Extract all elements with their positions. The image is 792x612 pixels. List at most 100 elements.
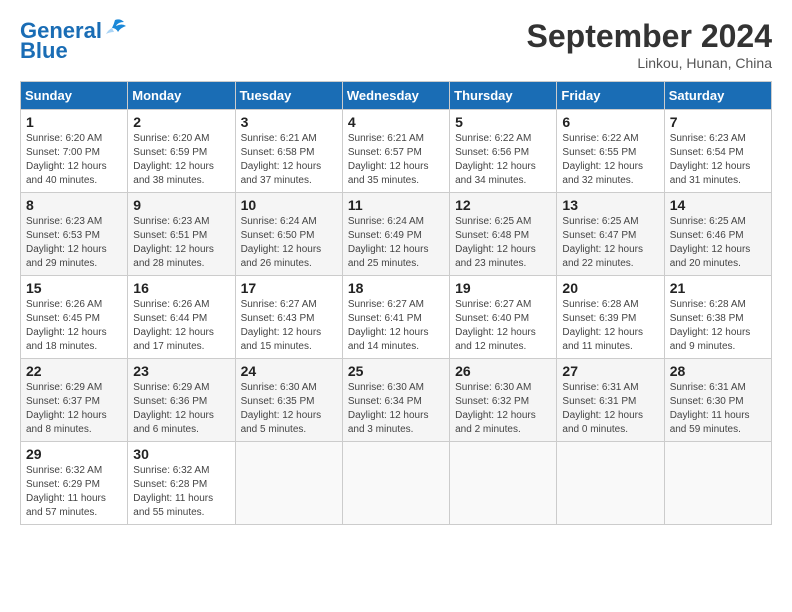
table-row: 13Sunrise: 6:25 AM Sunset: 6:47 PM Dayli… [557, 193, 664, 276]
header-row: General Blue September 2024 Linkou, Huna… [20, 18, 772, 71]
table-row [342, 442, 449, 525]
day-number: 16 [133, 280, 229, 296]
day-info: Sunrise: 6:25 AM Sunset: 6:48 PM Dayligh… [455, 215, 551, 271]
table-row: 10 Sunrise: 6:24 AM Sunset: 6:50 PM Dayli… [235, 193, 342, 276]
day-info: Sunrise: 6:20 AM Sunset: 7:00 PM Dayligh… [26, 132, 122, 188]
day-number: 24 [241, 363, 337, 379]
day-number: 6 [562, 114, 658, 130]
day-number: 10 [241, 197, 337, 213]
day-info: Sunrise: 6:28 AM Sunset: 6:39 PM Dayligh… [562, 298, 658, 354]
day-number: 17 [241, 280, 337, 296]
header-monday: Monday [128, 82, 235, 110]
table-row: 12 Sunrise: 6:25 AM Sunset: 6:48 PM Dayli… [450, 193, 557, 276]
header-row-days: Sunday Monday Tuesday Wednesday Thursday… [21, 82, 772, 110]
table-row: 27 Sunrise: 6:31 AM Sunset: 6:31 PM Dayli… [557, 359, 664, 442]
day-info: Sunrise: 6:24 AM Sunset: 6:49 PM Dayligh… [348, 215, 444, 271]
table-row: 24 Sunrise: 6:30 AM Sunset: 6:35 PM Dayli… [235, 359, 342, 442]
day-info: Sunrise: 6:21 AM Sunset: 6:58 PM Dayligh… [241, 132, 337, 188]
day-number: 4 [348, 114, 444, 130]
day-info: Sunrise: 6:22 AM Sunset: 6:56 PM Dayligh… [455, 132, 551, 188]
table-row [450, 442, 557, 525]
table-row: 7 Sunrise: 6:23 AM Sunset: 6:54 PM Daylig… [664, 110, 771, 193]
day-number: 11 [348, 197, 444, 213]
day-info: Sunrise: 6:30 AM Sunset: 6:32 PM Dayligh… [455, 381, 551, 437]
day-info: Sunrise: 6:26 AM Sunset: 6:45 PM Dayligh… [26, 298, 122, 354]
header-wednesday: Wednesday [342, 82, 449, 110]
day-number: 12 [455, 197, 551, 213]
day-info: Sunrise: 6:26 AM Sunset: 6:44 PM Dayligh… [133, 298, 229, 354]
table-row: 9 Sunrise: 6:23 AM Sunset: 6:51 PM Daylig… [128, 193, 235, 276]
table-row: 19Sunrise: 6:27 AM Sunset: 6:40 PM Dayli… [450, 276, 557, 359]
day-number: 3 [241, 114, 337, 130]
table-row: 3 Sunrise: 6:21 AM Sunset: 6:58 PM Daylig… [235, 110, 342, 193]
calendar-table: Sunday Monday Tuesday Wednesday Thursday… [20, 81, 772, 525]
table-row: 4 Sunrise: 6:21 AM Sunset: 6:57 PM Daylig… [342, 110, 449, 193]
month-title: September 2024 [527, 18, 772, 55]
day-number: 20 [562, 280, 658, 296]
day-number: 30 [133, 446, 229, 462]
day-info: Sunrise: 6:29 AM Sunset: 6:37 PM Dayligh… [26, 381, 122, 437]
table-row [235, 442, 342, 525]
day-info: Sunrise: 6:27 AM Sunset: 6:41 PM Dayligh… [348, 298, 444, 354]
day-number: 1 [26, 114, 122, 130]
table-row: 20 Sunrise: 6:28 AM Sunset: 6:39 PM Dayli… [557, 276, 664, 359]
day-number: 28 [670, 363, 766, 379]
day-info: Sunrise: 6:20 AM Sunset: 6:59 PM Dayligh… [133, 132, 229, 188]
day-number: 9 [133, 197, 229, 213]
table-row: 29 Sunrise: 6:32 AM Sunset: 6:29 PM Dayli… [21, 442, 128, 525]
page-container: General Blue September 2024 Linkou, Huna… [0, 0, 792, 535]
table-row: 11 Sunrise: 6:24 AM Sunset: 6:49 PM Dayli… [342, 193, 449, 276]
table-row: 15 Sunrise: 6:26 AM Sunset: 6:45 PM Dayli… [21, 276, 128, 359]
day-number: 5 [455, 114, 551, 130]
day-info: Sunrise: 6:25 AM Sunset: 6:47 PM Dayligh… [562, 215, 658, 271]
table-row: 21Sunrise: 6:28 AM Sunset: 6:38 PM Dayli… [664, 276, 771, 359]
day-number: 29 [26, 446, 122, 462]
day-number: 26 [455, 363, 551, 379]
day-info: Sunrise: 6:32 AM Sunset: 6:28 PM Dayligh… [133, 464, 229, 520]
table-row: 16 Sunrise: 6:26 AM Sunset: 6:44 PM Dayli… [128, 276, 235, 359]
day-info: Sunrise: 6:27 AM Sunset: 6:43 PM Dayligh… [241, 298, 337, 354]
logo-blue: Blue [20, 39, 68, 63]
header-saturday: Saturday [664, 82, 771, 110]
day-info: Sunrise: 6:25 AM Sunset: 6:46 PM Dayligh… [670, 215, 766, 271]
table-row [664, 442, 771, 525]
table-row: 25Sunrise: 6:30 AM Sunset: 6:34 PM Dayli… [342, 359, 449, 442]
day-number: 18 [348, 280, 444, 296]
table-row: 30 Sunrise: 6:32 AM Sunset: 6:28 PM Dayli… [128, 442, 235, 525]
day-info: Sunrise: 6:28 AM Sunset: 6:38 PM Dayligh… [670, 298, 766, 354]
table-row: 6 Sunrise: 6:22 AM Sunset: 6:55 PM Daylig… [557, 110, 664, 193]
day-number: 14 [670, 197, 766, 213]
day-info: Sunrise: 6:22 AM Sunset: 6:55 PM Dayligh… [562, 132, 658, 188]
day-info: Sunrise: 6:31 AM Sunset: 6:30 PM Dayligh… [670, 381, 766, 437]
day-number: 27 [562, 363, 658, 379]
header-tuesday: Tuesday [235, 82, 342, 110]
header-sunday: Sunday [21, 82, 128, 110]
day-info: Sunrise: 6:30 AM Sunset: 6:35 PM Dayligh… [241, 381, 337, 437]
table-row: 1 Sunrise: 6:20 AM Sunset: 7:00 PM Daylig… [21, 110, 128, 193]
logo: General Blue [20, 18, 126, 63]
day-number: 15 [26, 280, 122, 296]
day-info: Sunrise: 6:31 AM Sunset: 6:31 PM Dayligh… [562, 381, 658, 437]
day-info: Sunrise: 6:23 AM Sunset: 6:54 PM Dayligh… [670, 132, 766, 188]
table-row: 28 Sunrise: 6:31 AM Sunset: 6:30 PM Dayli… [664, 359, 771, 442]
header-thursday: Thursday [450, 82, 557, 110]
day-number: 23 [133, 363, 229, 379]
location: Linkou, Hunan, China [527, 55, 772, 71]
day-info: Sunrise: 6:32 AM Sunset: 6:29 PM Dayligh… [26, 464, 122, 520]
table-row: 23Sunrise: 6:29 AM Sunset: 6:36 PM Dayli… [128, 359, 235, 442]
table-row: 5 Sunrise: 6:22 AM Sunset: 6:56 PM Daylig… [450, 110, 557, 193]
title-block: September 2024 Linkou, Hunan, China [527, 18, 772, 71]
day-info: Sunrise: 6:21 AM Sunset: 6:57 PM Dayligh… [348, 132, 444, 188]
table-row: 2Sunrise: 6:20 AM Sunset: 6:59 PM Daylig… [128, 110, 235, 193]
day-info: Sunrise: 6:23 AM Sunset: 6:51 PM Dayligh… [133, 215, 229, 271]
day-number: 7 [670, 114, 766, 130]
table-row: 8Sunrise: 6:23 AM Sunset: 6:53 PM Daylig… [21, 193, 128, 276]
table-row: 26 Sunrise: 6:30 AM Sunset: 6:32 PM Dayli… [450, 359, 557, 442]
header-friday: Friday [557, 82, 664, 110]
day-info: Sunrise: 6:27 AM Sunset: 6:40 PM Dayligh… [455, 298, 551, 354]
table-row: 22Sunrise: 6:29 AM Sunset: 6:37 PM Dayli… [21, 359, 128, 442]
table-row [557, 442, 664, 525]
day-info: Sunrise: 6:23 AM Sunset: 6:53 PM Dayligh… [26, 215, 122, 271]
day-info: Sunrise: 6:24 AM Sunset: 6:50 PM Dayligh… [241, 215, 337, 271]
table-row: 17 Sunrise: 6:27 AM Sunset: 6:43 PM Dayli… [235, 276, 342, 359]
